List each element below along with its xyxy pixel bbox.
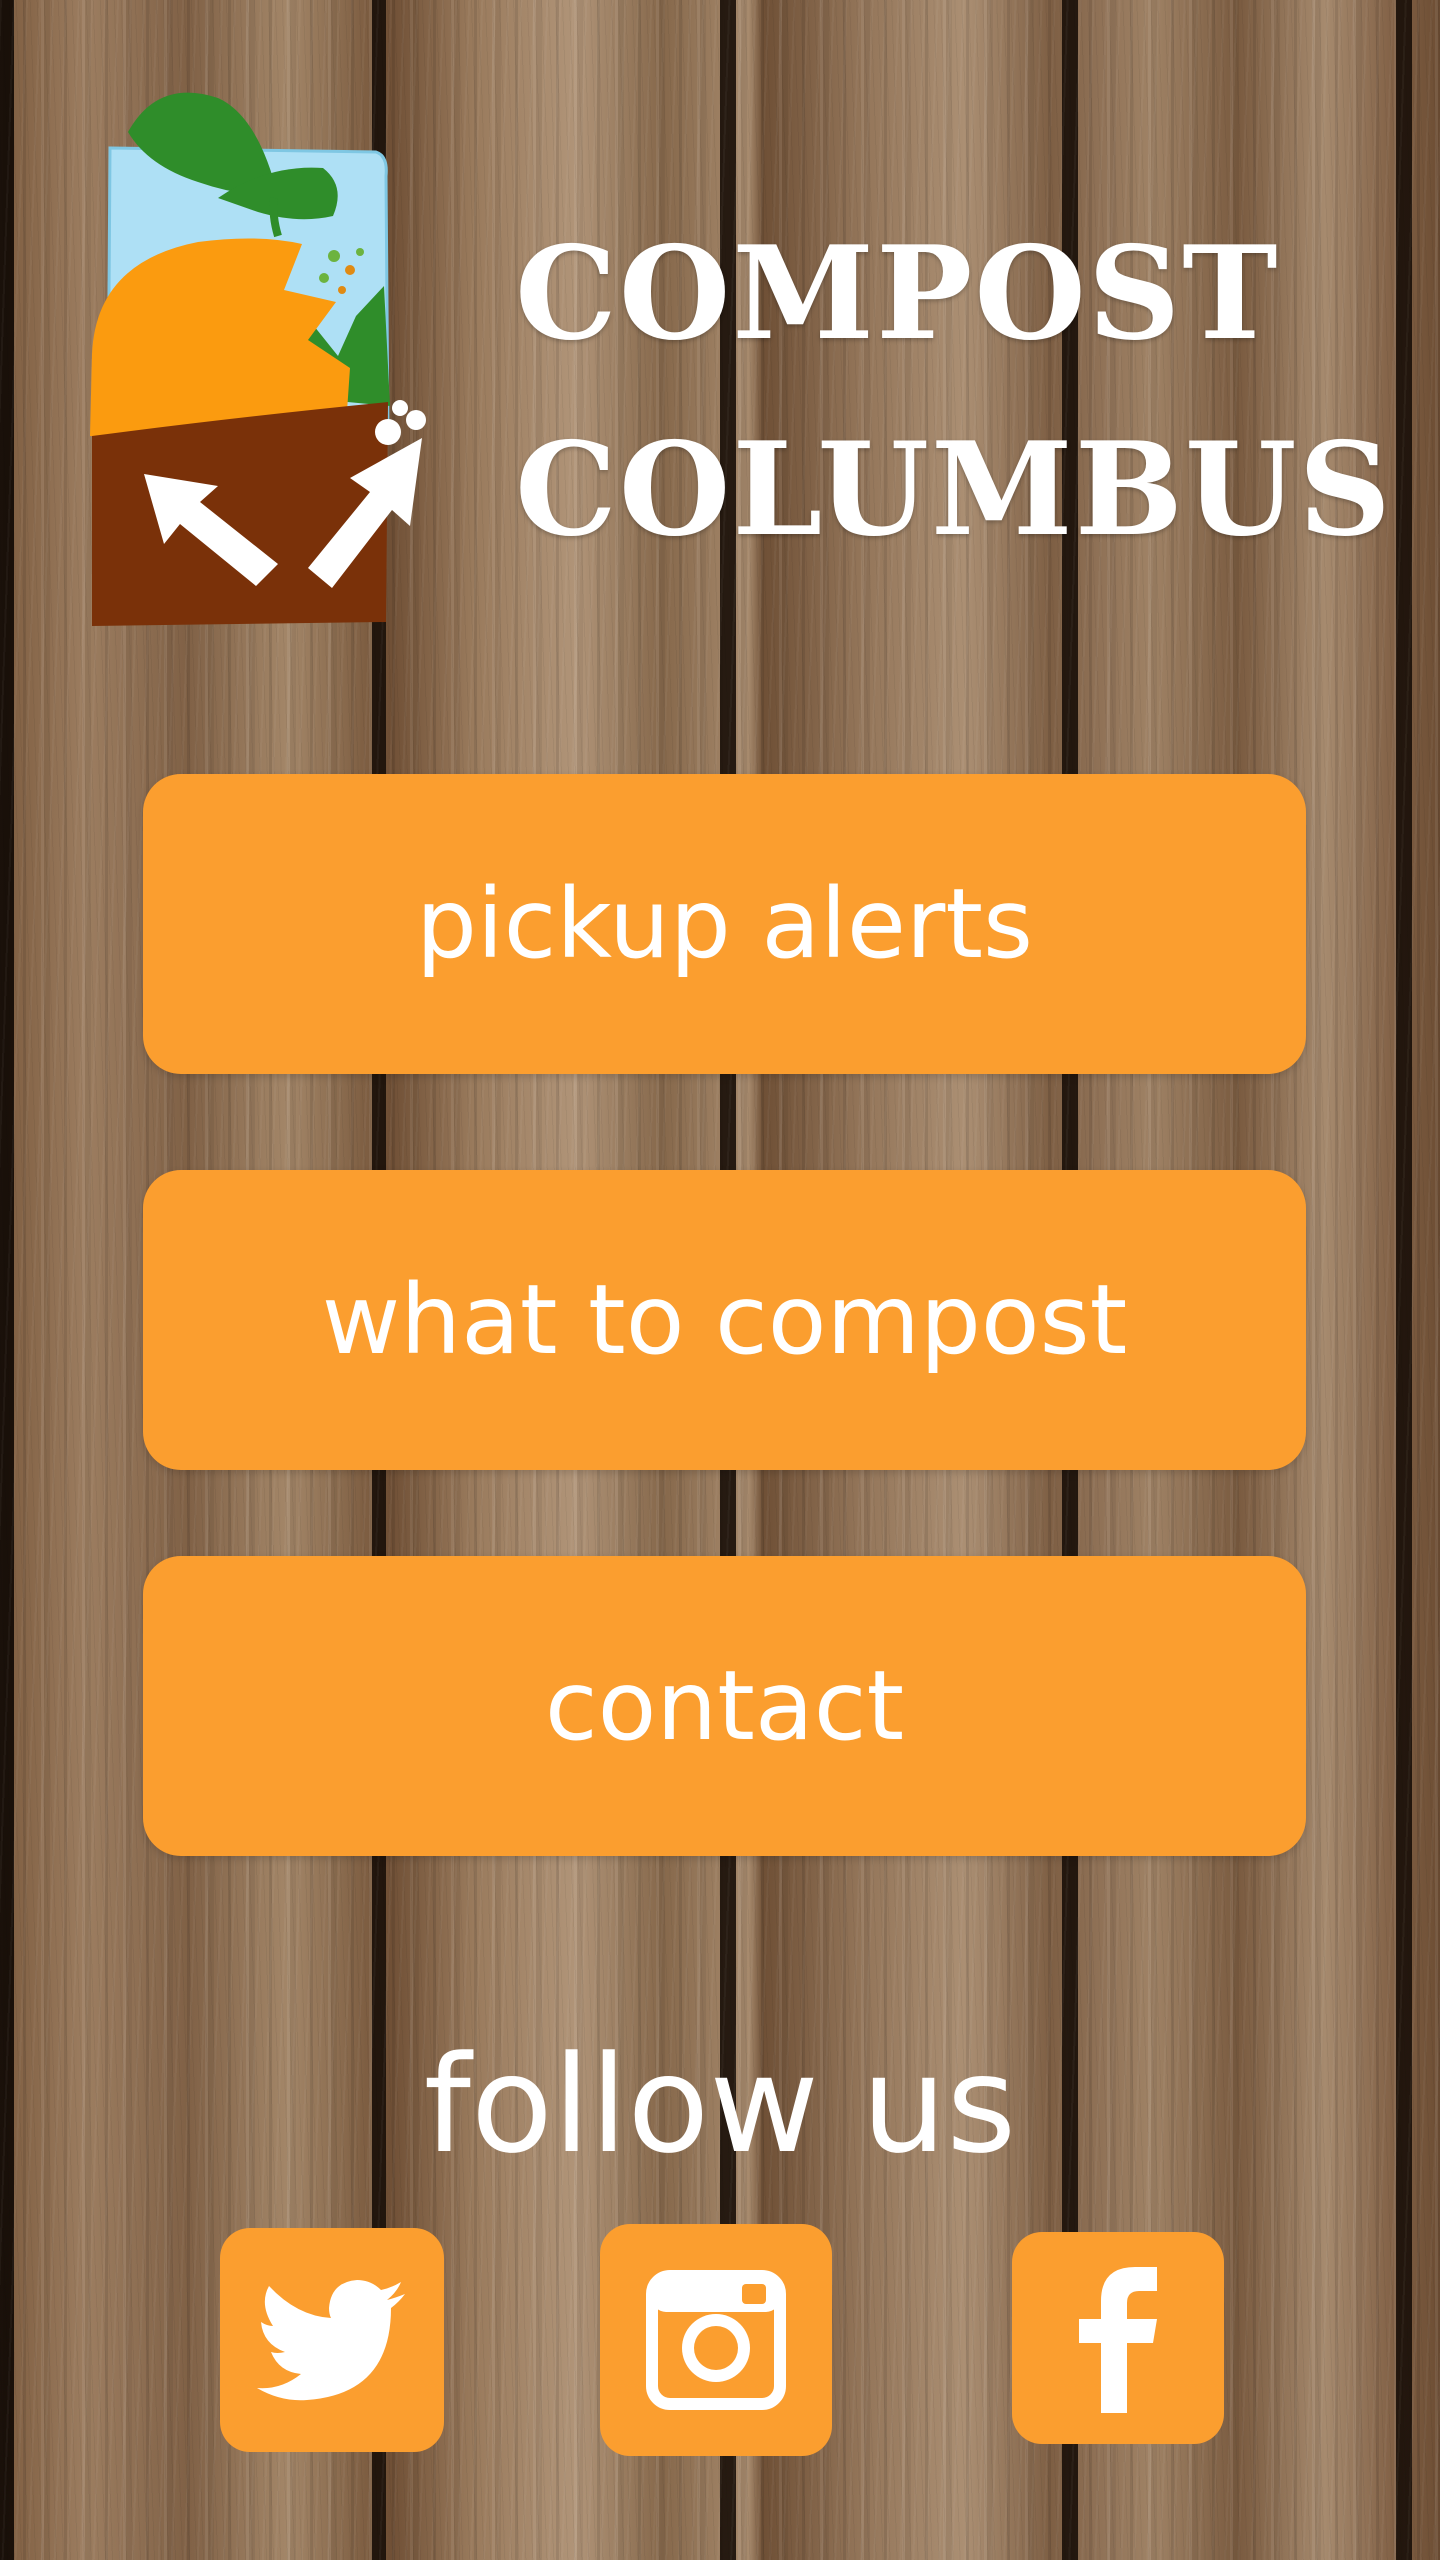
- app-title-line2: COLUMBUS: [515, 415, 1393, 565]
- app-title: COMPOST COLUMBUS: [515, 196, 1395, 588]
- app-title-line1: COMPOST: [515, 219, 1280, 369]
- twitter-button[interactable]: [220, 2228, 444, 2452]
- instagram-icon: [646, 2270, 786, 2410]
- twitter-icon: [257, 2280, 405, 2401]
- contact-button[interactable]: contact: [143, 1556, 1306, 1856]
- facebook-button[interactable]: [1012, 2232, 1224, 2444]
- instagram-button[interactable]: [600, 2224, 832, 2456]
- pickup-alerts-button[interactable]: pickup alerts: [143, 774, 1306, 1074]
- follow-us-heading: follow us: [423, 2027, 1017, 2183]
- facebook-icon: [1079, 2267, 1157, 2413]
- what-to-compost-button[interactable]: what to compost: [143, 1170, 1306, 1470]
- compost-columbus-logo: [88, 86, 460, 632]
